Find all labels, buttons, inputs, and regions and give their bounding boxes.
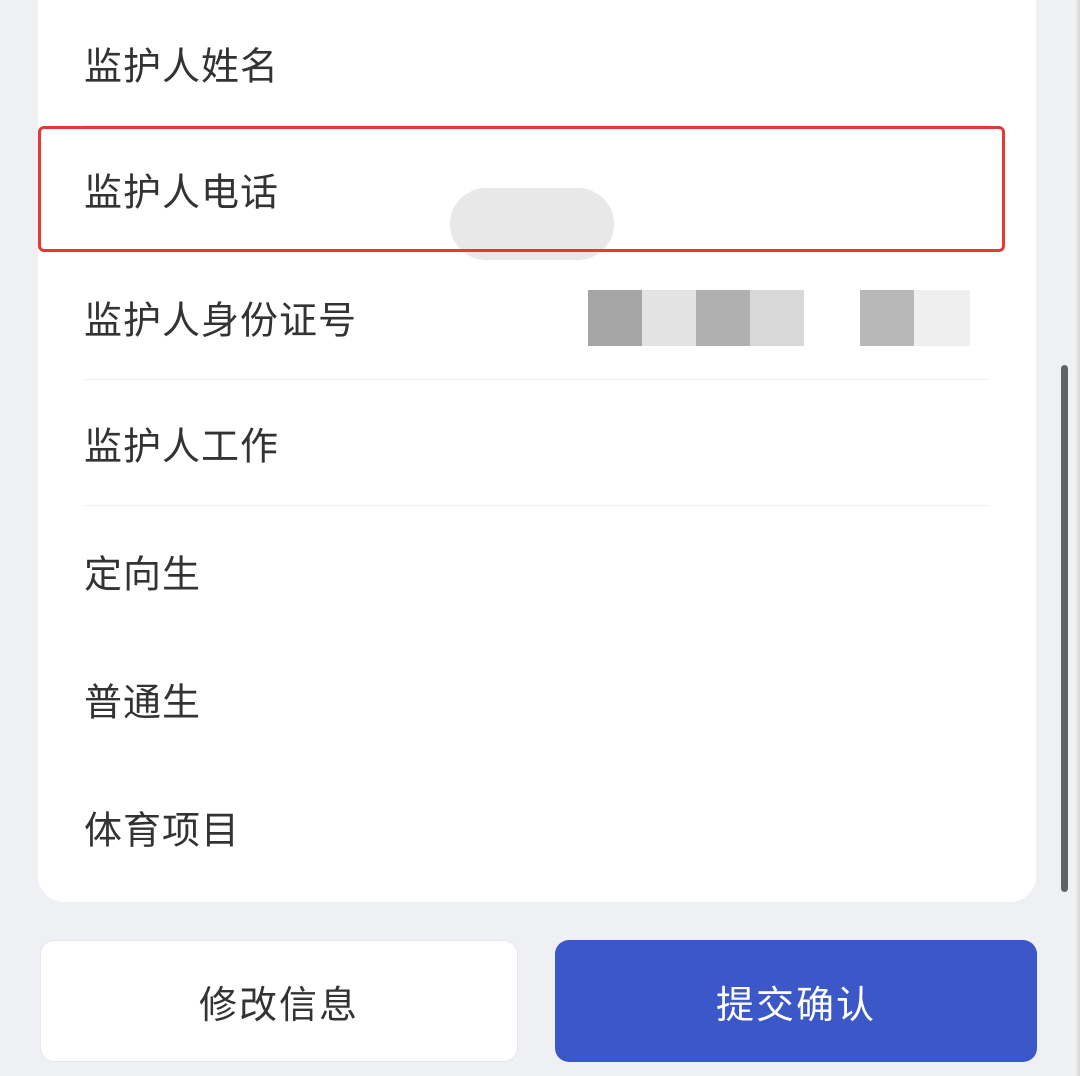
redacted-value bbox=[696, 290, 750, 346]
highlight-annotation bbox=[38, 126, 1005, 252]
field-label: 监护人身份证号 bbox=[84, 298, 358, 343]
form-row-guardian-job[interactable]: 监护人工作 bbox=[38, 380, 1036, 506]
redacted-value bbox=[750, 290, 804, 346]
field-label: 监护人工作 bbox=[84, 424, 280, 469]
redacted-value bbox=[642, 290, 696, 346]
edit-info-button[interactable]: 修改信息 bbox=[40, 940, 518, 1062]
form-row-regular-student[interactable]: 普通生 bbox=[38, 636, 1036, 762]
form-row-guardian-name[interactable]: 监护人姓名 bbox=[38, 0, 1036, 126]
submit-confirm-button[interactable]: 提交确认 bbox=[555, 940, 1037, 1062]
field-label: 监护人姓名 bbox=[84, 44, 280, 89]
form-screen: 监护人姓名 监护人电话 监护人身份证号 监护人工作 定向生 普通生 体育项目 修… bbox=[0, 0, 1080, 1076]
scrollbar[interactable] bbox=[1061, 365, 1068, 892]
redacted-value bbox=[914, 290, 970, 346]
field-label: 普通生 bbox=[84, 680, 202, 725]
field-label: 定向生 bbox=[84, 552, 202, 597]
redacted-value bbox=[860, 290, 914, 346]
redacted-value bbox=[588, 290, 642, 346]
row-divider bbox=[84, 505, 990, 506]
form-row-sports-item[interactable]: 体育项目 bbox=[38, 764, 1036, 890]
form-row-guardian-id[interactable]: 监护人身份证号 bbox=[38, 254, 1036, 380]
field-label: 体育项目 bbox=[84, 808, 241, 853]
form-row-directed-student[interactable]: 定向生 bbox=[38, 508, 1036, 634]
edge-shadow bbox=[1068, 0, 1080, 1076]
